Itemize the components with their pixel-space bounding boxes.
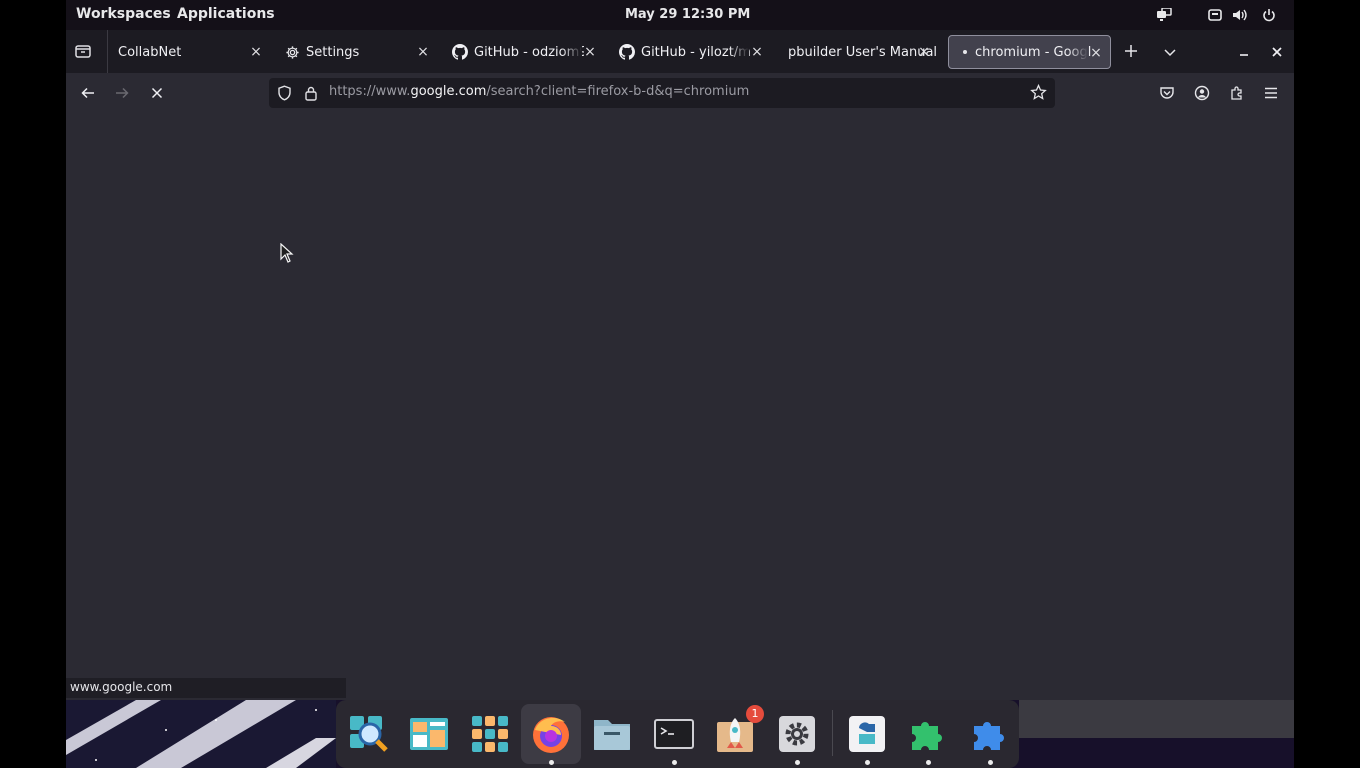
tab-title: CollabNet <box>118 44 182 60</box>
extensions-icon[interactable] <box>1226 82 1248 104</box>
tab-strip: CollabNet × Settings × GitHub - odziom91… <box>66 30 1294 73</box>
display-icon[interactable] <box>1156 8 1172 22</box>
minimize-icon[interactable] <box>1237 44 1251 63</box>
volume-icon[interactable] <box>1232 8 1248 22</box>
gear-icon <box>285 45 300 60</box>
firefox-window: CollabNet × Settings × GitHub - odziom91… <box>66 30 1294 700</box>
tab-title: Settings <box>306 44 360 60</box>
running-indicator <box>926 760 931 765</box>
close-icon[interactable]: × <box>248 44 264 60</box>
running-indicator <box>549 760 554 765</box>
forward-icon[interactable] <box>111 82 133 104</box>
screen: Workspaces Applications May 29 12:30 PM … <box>0 0 1360 768</box>
status-panel: www.google.com <box>66 678 346 698</box>
list-all-tabs-icon[interactable] <box>1163 44 1177 63</box>
close-icon[interactable]: × <box>1088 45 1104 61</box>
url-host: google.com <box>410 84 487 99</box>
app-grid-icon[interactable] <box>468 712 512 756</box>
software-store-icon[interactable] <box>845 712 889 756</box>
firefox-icon[interactable] <box>529 712 573 756</box>
pocket-icon[interactable] <box>1156 82 1178 104</box>
dock-separator <box>832 710 833 756</box>
tab-fade <box>729 35 749 69</box>
terminal-icon[interactable] <box>652 712 696 756</box>
folder-icon[interactable] <box>590 712 634 756</box>
menu-icon[interactable] <box>1260 82 1282 104</box>
settings-app-icon[interactable] <box>775 712 819 756</box>
workspaces-button[interactable]: Workspaces <box>76 6 171 22</box>
account-icon[interactable] <box>1191 82 1213 104</box>
back-icon[interactable] <box>77 82 99 104</box>
tab-pbuilder-manual[interactable]: pbuilder User's Manual × <box>780 35 938 69</box>
green-puzzle-icon[interactable] <box>906 712 950 756</box>
power-icon[interactable] <box>1262 8 1276 22</box>
tab-github-yilozt[interactable]: GitHub - yilozt/mu × <box>613 35 771 69</box>
screen-recorder-icon[interactable] <box>1208 8 1222 22</box>
mouse-cursor <box>280 242 294 267</box>
running-indicator <box>988 760 993 765</box>
tab-collabnet[interactable]: CollabNet × <box>112 35 270 69</box>
running-indicator <box>865 760 870 765</box>
dock-extension-panel <box>1019 700 1294 738</box>
lock-icon[interactable] <box>304 85 318 105</box>
running-indicator <box>795 760 800 765</box>
running-indicator <box>672 760 677 765</box>
address-bar[interactable]: https://www.google.com/search?client=fir… <box>269 78 1055 108</box>
wallpaper-stripes <box>66 700 336 768</box>
clock[interactable]: May 29 12:30 PM <box>625 7 750 22</box>
page-content[interactable] <box>66 113 1294 700</box>
close-icon[interactable]: × <box>916 44 932 60</box>
top-panel: Workspaces Applications May 29 12:30 PM <box>66 0 1294 30</box>
tab-fade <box>562 35 582 69</box>
tab-settings[interactable]: Settings × <box>279 35 437 69</box>
bookmark-star-icon[interactable] <box>1030 83 1047 105</box>
firefox-view-icon[interactable] <box>74 42 92 64</box>
navigation-toolbar: https://www.google.com/search?client=fir… <box>66 73 1294 113</box>
notification-badge: 1 <box>746 705 764 723</box>
url-text[interactable]: https://www.google.com/search?client=fir… <box>329 84 749 99</box>
url-scheme: https://www. <box>329 84 411 99</box>
tab-chromium-google[interactable]: chromium - Google × <box>948 35 1111 69</box>
window-close-icon[interactable] <box>1270 44 1284 63</box>
search-app-icon[interactable] <box>346 712 390 756</box>
url-path: /search?client=firefox-b-d&q=chromium <box>486 84 750 99</box>
tab-fade <box>1068 36 1088 68</box>
close-icon[interactable]: × <box>415 44 431 60</box>
tab-title: pbuilder User's Manual <box>788 44 938 60</box>
stop-icon[interactable] <box>146 82 168 104</box>
shield-icon[interactable] <box>277 85 292 105</box>
files-board-icon[interactable] <box>407 712 451 756</box>
close-icon[interactable]: × <box>582 44 598 60</box>
new-tab-icon[interactable] <box>1123 43 1139 63</box>
dock: 1 <box>336 700 1019 768</box>
github-icon <box>619 44 635 60</box>
loading-icon <box>961 48 969 56</box>
github-icon <box>452 44 468 60</box>
close-icon[interactable]: × <box>749 44 765 60</box>
blue-puzzle-icon[interactable] <box>968 712 1012 756</box>
applications-button[interactable]: Applications <box>177 6 275 22</box>
tab-github-odziom91[interactable]: GitHub - odziom91/ × <box>446 35 604 69</box>
